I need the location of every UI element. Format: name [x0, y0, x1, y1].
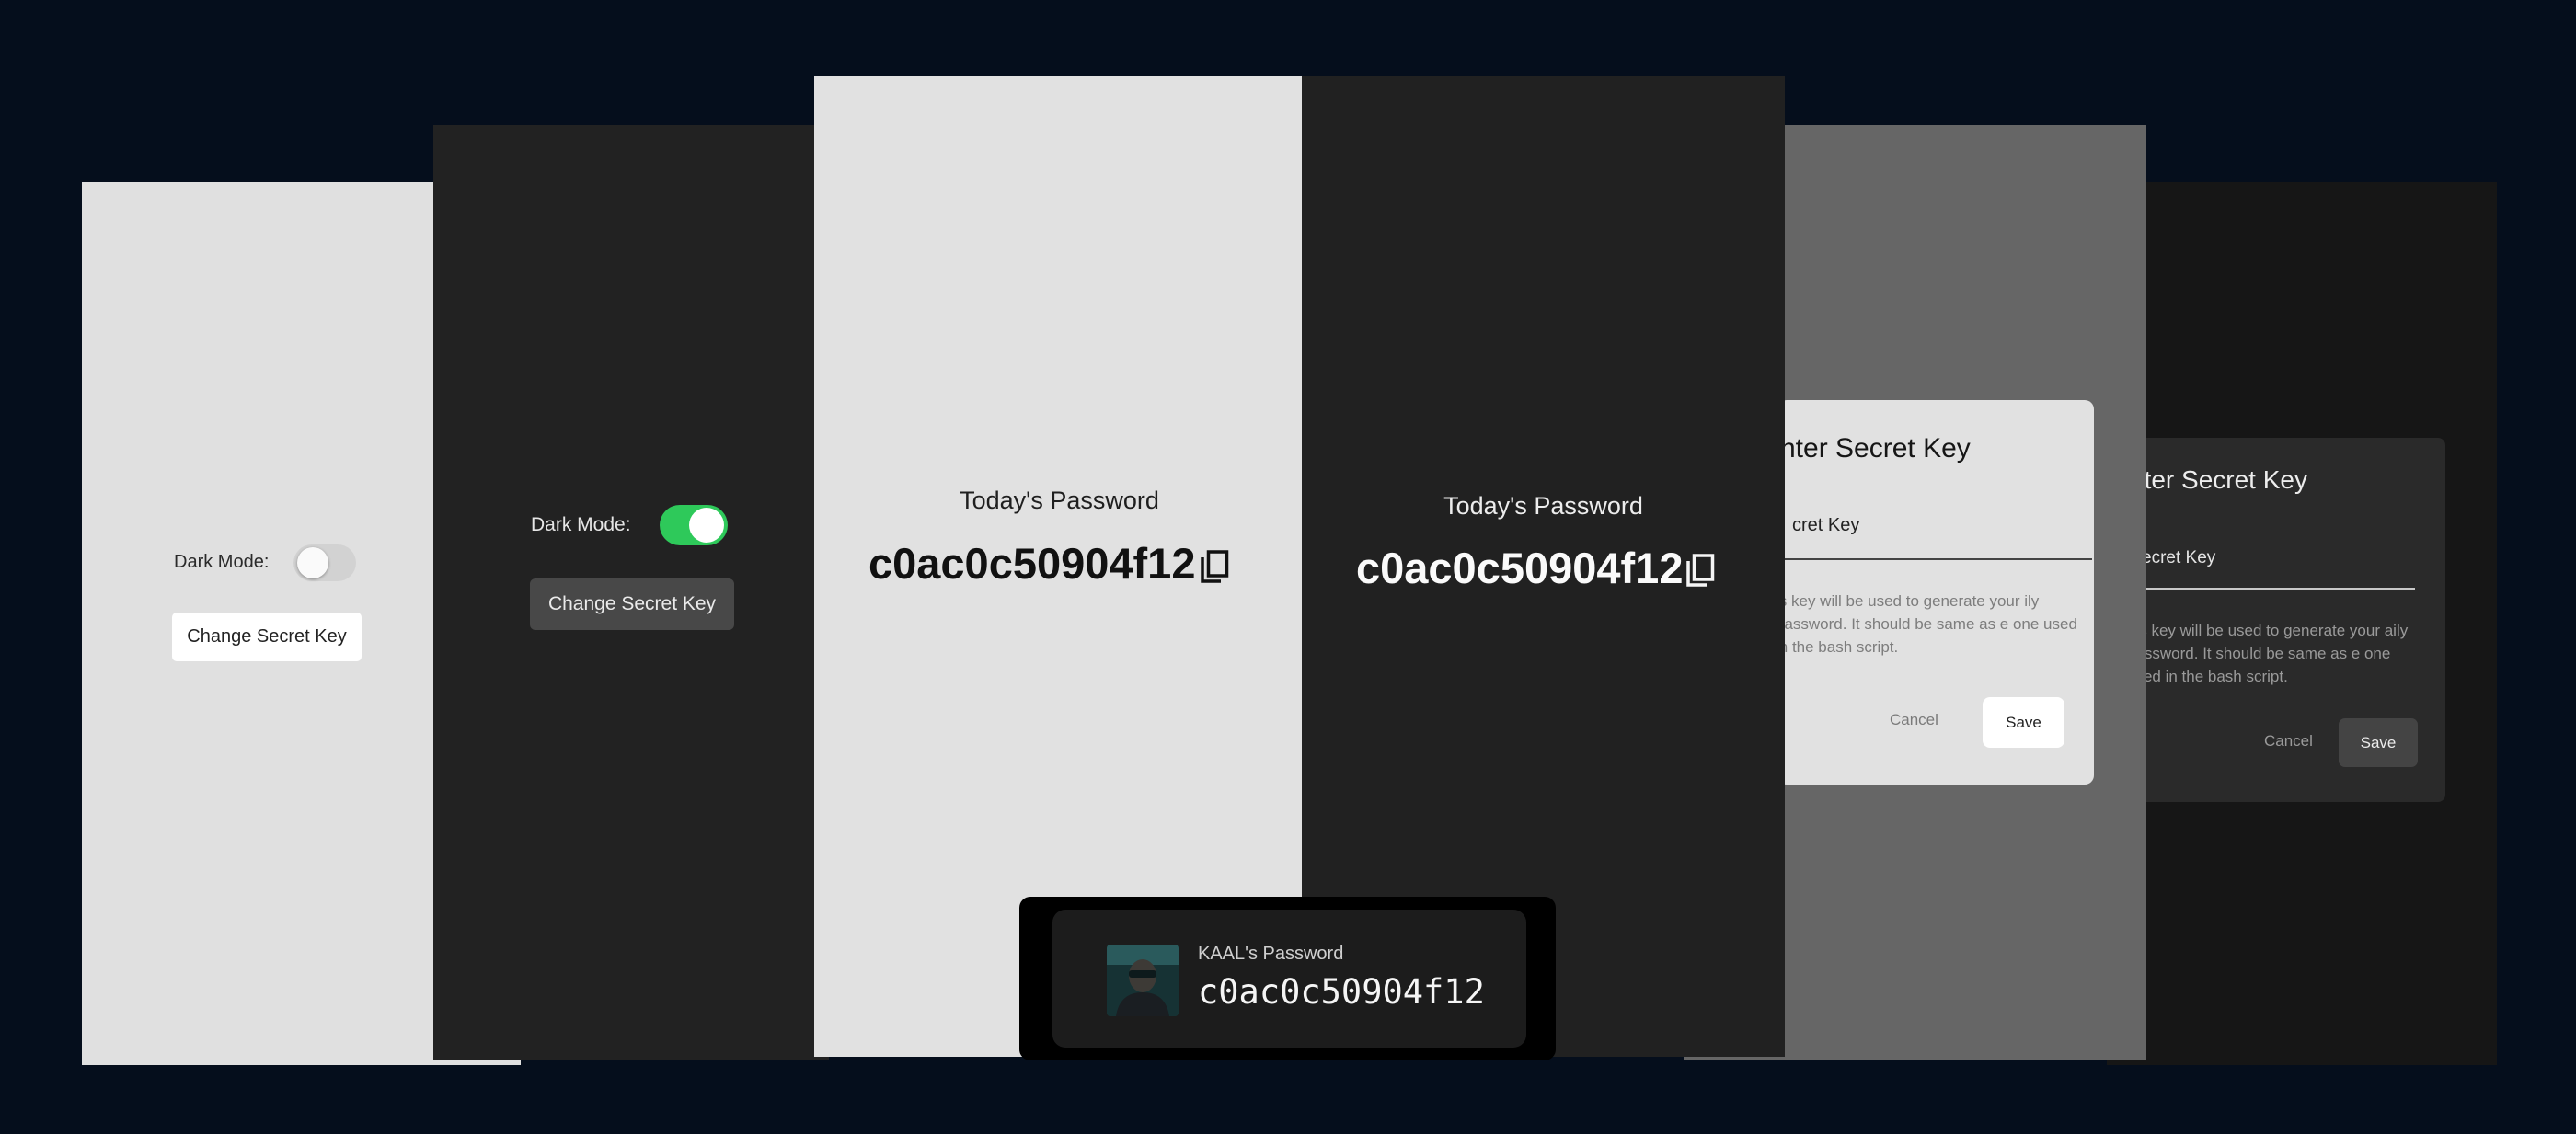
toggle-knob: [689, 508, 724, 543]
secret-key-dialog-screen-dark: nter Secret Key ecret Key his key will b…: [2107, 182, 2497, 1065]
dark-mode-label: Dark Mode:: [174, 552, 270, 572]
notification-password: c0ac0c50904f12: [1198, 972, 1485, 1012]
dialog-help-text: is key will be used to generate your ily…: [1776, 592, 2077, 656]
change-secret-key-button[interactable]: Change Secret Key: [530, 578, 734, 630]
cancel-button[interactable]: Cancel: [2264, 732, 2313, 750]
copy-icon[interactable]: [1685, 554, 1716, 589]
secret-key-input[interactable]: ecret Key: [2142, 548, 2215, 568]
dark-mode-label: Dark Mode:: [531, 514, 631, 535]
secret-key-input[interactable]: cret Key: [1792, 515, 1859, 536]
input-underline: [2107, 588, 2415, 590]
password-value: c0ac0c50904f12: [868, 539, 1196, 588]
dialog-title: nter Secret Key: [2130, 465, 2307, 494]
password-value: c0ac0c50904f12: [1356, 544, 1684, 592]
dialog-help-text: his key will be used to generate your ai…: [2127, 622, 2409, 685]
save-button[interactable]: Save: [1983, 697, 2064, 748]
avatar: [1107, 945, 1179, 1016]
change-secret-key-button[interactable]: Change Secret Key: [172, 613, 362, 661]
todays-password-title: Today's Password: [960, 487, 1159, 514]
copy-icon[interactable]: [1199, 550, 1230, 585]
save-button[interactable]: Save: [2339, 718, 2418, 767]
input-underline: [1776, 558, 2092, 560]
todays-password-title: Today's Password: [1443, 492, 1643, 520]
cancel-button[interactable]: Cancel: [1890, 711, 1938, 729]
toggle-knob: [297, 547, 328, 578]
password-notification[interactable]: KAAL's Password c0ac0c50904f12: [1019, 897, 1556, 1060]
settings-screen-dark: Dark Mode: Change Secret Key: [433, 125, 829, 1060]
notification-title: KAAL's Password: [1198, 944, 1344, 964]
dialog-title: nter Secret Key: [1780, 433, 1971, 464]
